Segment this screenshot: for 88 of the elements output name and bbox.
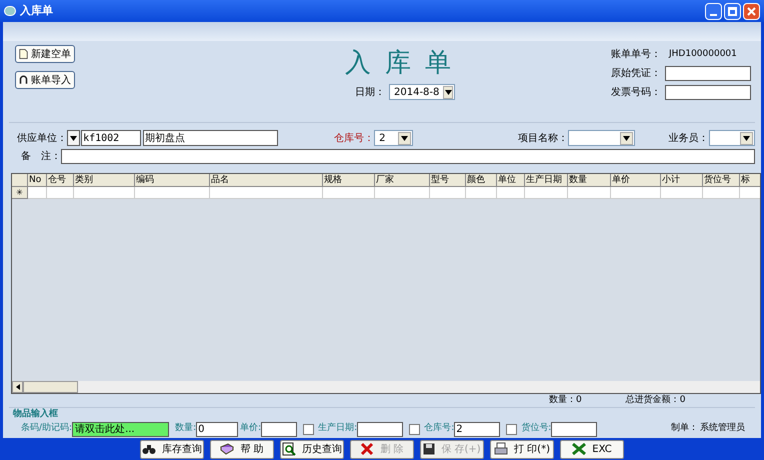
dropdown-arrow-icon — [401, 136, 408, 141]
option-checkbox[interactable] — [409, 424, 420, 434]
table-cell — [525, 187, 568, 200]
printer-icon — [494, 442, 508, 456]
date-label: 日期： — [355, 86, 385, 100]
supplier-dropdown-button[interactable] — [67, 130, 80, 146]
table-cell — [661, 187, 703, 200]
date-picker[interactable]: 2014-8-8 — [389, 84, 455, 100]
project-label: 项目名称： — [518, 132, 568, 146]
remark-field[interactable] — [61, 149, 755, 164]
option-label: 生产日期: — [318, 422, 358, 436]
magnifier-icon — [282, 442, 296, 456]
option-label: 仓库号: — [424, 422, 454, 436]
binoculars-icon — [142, 443, 156, 455]
invoice-label: 发票号码： — [611, 86, 661, 100]
voucher-label: 原始凭证： — [611, 67, 661, 82]
close-icon — [747, 6, 756, 16]
supplier-name-field[interactable]: 期初盘点 — [143, 130, 278, 146]
salesman-dropdown[interactable] — [708, 130, 755, 146]
voucher-field[interactable] — [665, 66, 751, 82]
table-cell — [375, 187, 430, 200]
window-title: 入库单 — [20, 2, 54, 19]
dropdown-button[interactable] — [740, 132, 753, 145]
quantity-field[interactable]: 0 — [196, 422, 238, 436]
option-field[interactable]: 2 — [454, 422, 500, 436]
dropdown-button[interactable] — [443, 86, 453, 99]
bill-number-label: 账单单号： — [611, 48, 661, 62]
dropdown-button[interactable] — [620, 132, 633, 145]
barcode-label: 条码/助记码: — [21, 422, 72, 436]
table-cell — [466, 187, 497, 200]
table-cell — [703, 187, 740, 200]
table-cell — [568, 187, 611, 200]
warehouse-dropdown[interactable]: 2 — [374, 130, 414, 146]
scroll-left-button[interactable] — [12, 380, 23, 392]
minimize-button[interactable] — [705, 2, 722, 20]
bill-number: JHD100000001 — [669, 48, 737, 61]
action-button[interactable]: 打 印(*) — [490, 440, 554, 458]
table-cell — [497, 187, 525, 200]
barcode-field[interactable]: 请双击此处... — [72, 422, 170, 436]
invoice-field[interactable] — [665, 85, 751, 100]
app-icon — [4, 6, 16, 16]
table-cell — [47, 187, 74, 200]
minimize-icon — [710, 14, 717, 16]
new-blank-button[interactable]: 新建空单 — [15, 45, 75, 64]
action-button[interactable]: 帮 助 — [210, 440, 274, 458]
action-button[interactable]: EXC — [560, 440, 624, 458]
book-icon — [220, 443, 234, 455]
new-row-marker: ✳ — [12, 187, 28, 200]
total-amount: 总进货金额：0 — [626, 394, 686, 406]
dropdown-arrow-icon — [444, 90, 452, 95]
table-cell — [611, 187, 661, 200]
maker-name: 系统管理员 — [700, 422, 745, 436]
dropdown-arrow-icon — [70, 136, 78, 141]
option-field[interactable] — [357, 422, 404, 436]
supplier-label: 供应单位： — [17, 132, 67, 146]
left-arrow-icon — [16, 384, 20, 390]
dropdown-button[interactable] — [398, 132, 412, 145]
input-box-title: 物品输入框 — [13, 408, 59, 420]
scrollbar-thumb[interactable] — [23, 380, 78, 392]
cross-icon — [360, 442, 374, 456]
import-button[interactable]: 账单导入 — [15, 71, 75, 90]
table-cell — [28, 187, 47, 200]
warehouse-label: 仓库号： — [334, 132, 374, 146]
price-field[interactable] — [261, 422, 298, 436]
option-checkbox[interactable] — [506, 424, 518, 434]
option-field[interactable] — [551, 422, 598, 436]
maker-label: 制单： — [671, 422, 698, 436]
dropdown-arrow-icon — [622, 136, 630, 141]
document-icon — [19, 47, 28, 62]
maximize-button[interactable] — [724, 2, 741, 20]
maximize-icon — [728, 6, 737, 16]
supplier-code-field[interactable]: kf1002 — [81, 130, 142, 146]
action-button[interactable]: 历史查询 — [280, 440, 344, 458]
action-button[interactable]: 库存查询 — [140, 440, 204, 458]
table-cell — [74, 187, 135, 200]
price-label: 单价: — [240, 422, 262, 436]
table-cell — [430, 187, 466, 200]
horizontal-scrollbar[interactable] — [12, 380, 760, 392]
option-label: 货位号: — [521, 422, 552, 436]
form-heading: 入库单 — [345, 47, 465, 80]
table-cell — [323, 187, 375, 200]
total-quantity: 数量：0 — [549, 394, 582, 406]
quantity-label: 数量: — [175, 422, 196, 436]
close-button[interactable] — [743, 2, 760, 20]
salesman-label: 业务员： — [668, 132, 709, 146]
option-checkbox[interactable] — [303, 424, 314, 434]
remark-label: 备 注： — [21, 150, 61, 164]
dropdown-arrow-icon — [743, 136, 750, 141]
